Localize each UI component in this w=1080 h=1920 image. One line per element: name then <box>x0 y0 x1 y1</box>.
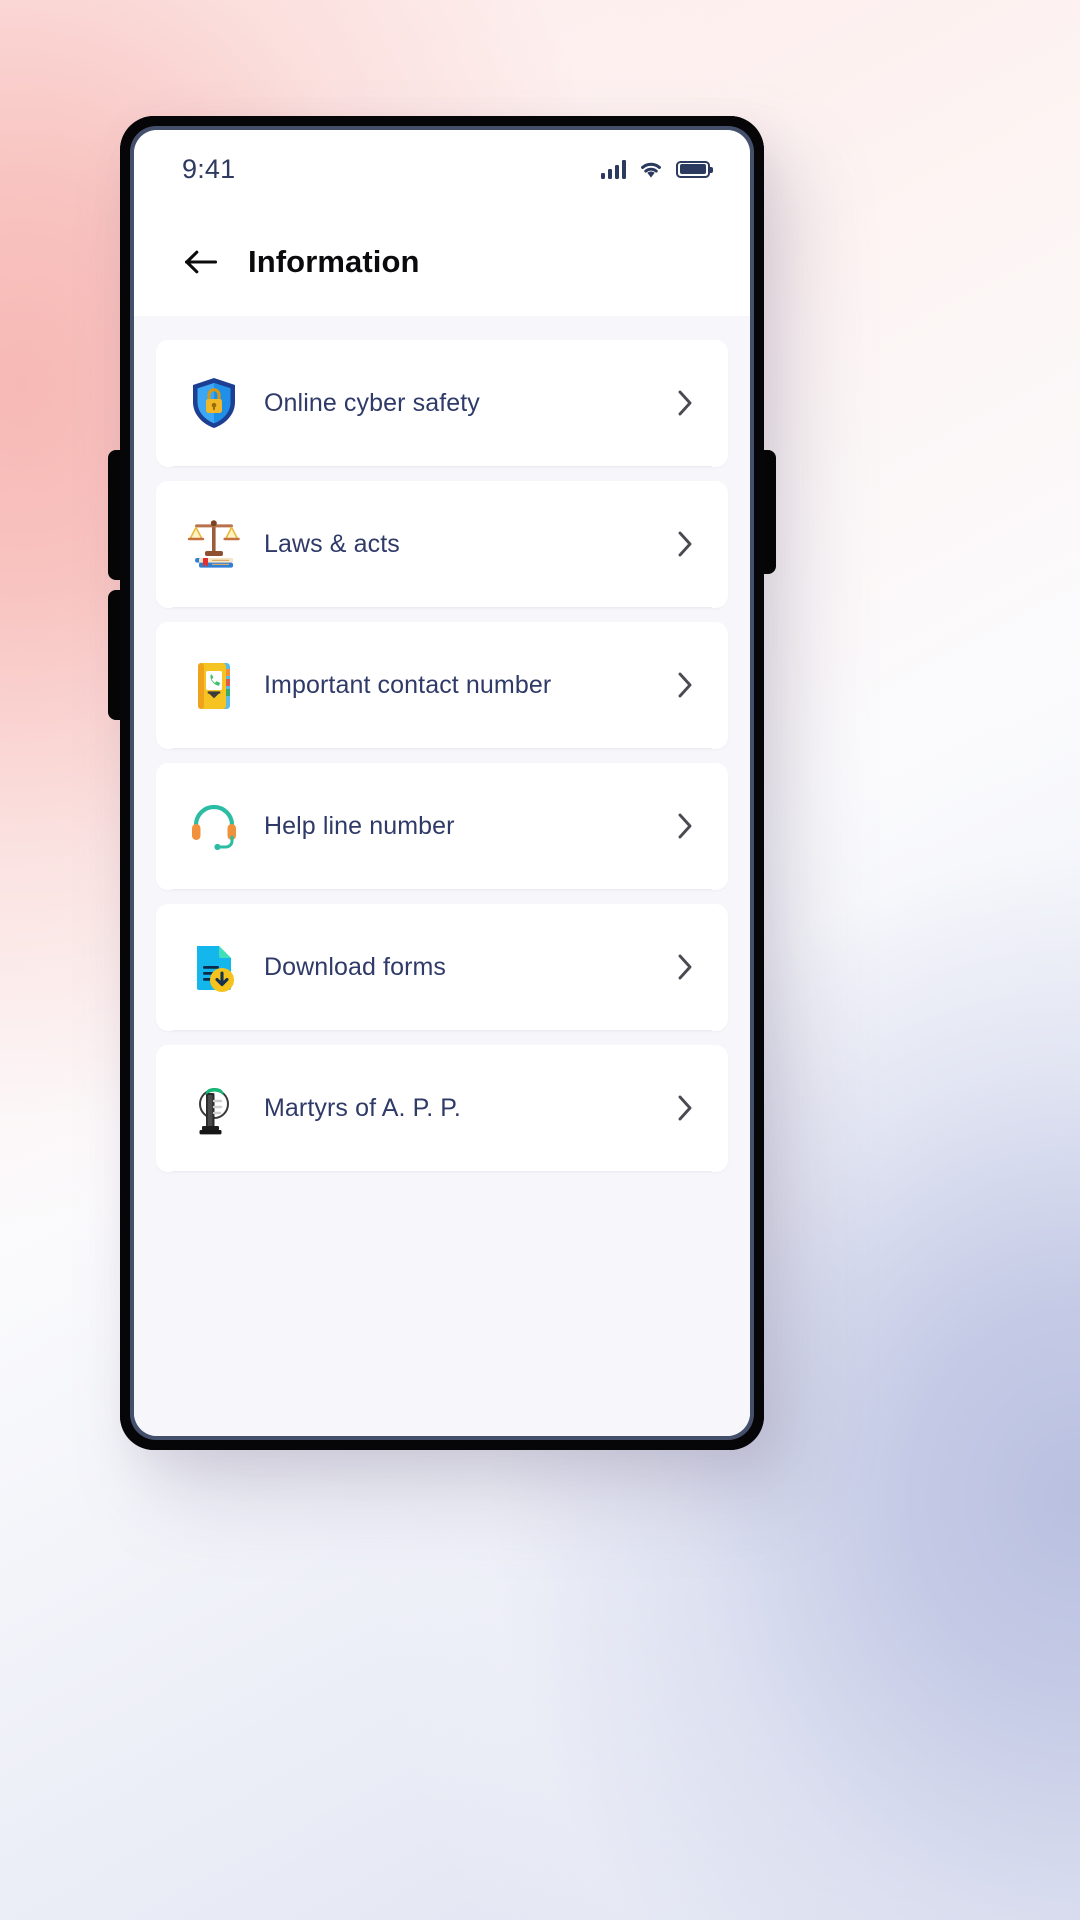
phone-bezel: 9:41 Information Online cyber safety Law… <box>130 126 754 1440</box>
row-divider <box>172 1030 712 1031</box>
list-item-download-forms[interactable]: Download forms <box>156 904 728 1030</box>
document-download-icon <box>186 939 242 995</box>
list-item-label: Download forms <box>264 952 447 981</box>
list-item-important-contact-number[interactable]: Important contact number <box>156 622 728 748</box>
arrow-left-icon <box>184 250 218 274</box>
chevron-right-icon[interactable] <box>670 952 700 982</box>
chevron-right-icon[interactable] <box>670 388 700 418</box>
list-item-label: Martyrs of A. P. P. <box>264 1093 461 1122</box>
list-item-martyrs-of-app[interactable]: Martyrs of A. P. P. <box>156 1045 728 1171</box>
list-item-laws-and-acts[interactable]: Laws & acts <box>156 481 728 607</box>
list-item-online-cyber-safety[interactable]: Online cyber safety <box>156 340 728 466</box>
list-item-help-line-number[interactable]: Help line number <box>156 763 728 889</box>
list-item-label: Important contact number <box>264 670 552 699</box>
row-divider <box>172 748 712 749</box>
phone-book-icon <box>186 657 242 713</box>
shield-lock-icon <box>186 375 242 431</box>
app-header: Information <box>134 208 750 316</box>
row-divider <box>172 466 712 467</box>
memorial-monument-icon <box>186 1080 242 1136</box>
status-icons <box>600 159 713 179</box>
information-list: Online cyber safety Laws & acts Importan… <box>134 316 750 1436</box>
top-area: 9:41 Information <box>134 130 750 316</box>
headset-icon <box>186 798 242 854</box>
battery-full-icon <box>676 160 713 178</box>
list-card: Help line number <box>156 763 728 890</box>
row-divider <box>172 889 712 890</box>
status-time: 9:41 <box>182 153 236 184</box>
list-card: Important contact number <box>156 622 728 749</box>
list-item-label: Laws & acts <box>264 529 400 558</box>
signal-bars-icon <box>600 159 626 179</box>
list-item-label: Online cyber safety <box>264 388 480 417</box>
page-title: Information <box>248 244 420 279</box>
list-card: Martyrs of A. P. P. <box>156 1045 728 1172</box>
list-card: Online cyber safety <box>156 340 728 467</box>
phone-frame: 9:41 Information Online cyber safety Law… <box>120 116 764 1450</box>
wifi-icon <box>641 162 661 178</box>
list-card: Laws & acts <box>156 481 728 608</box>
chevron-right-icon[interactable] <box>670 1093 700 1123</box>
list-item-label: Help line number <box>264 811 455 840</box>
status-bar: 9:41 <box>134 130 750 208</box>
chevron-right-icon[interactable] <box>670 811 700 841</box>
list-card: Download forms <box>156 904 728 1031</box>
chevron-right-icon[interactable] <box>670 670 700 700</box>
back-button[interactable] <box>180 241 222 283</box>
chevron-right-icon[interactable] <box>670 529 700 559</box>
phone-screen: 9:41 Information Online cyber safety Law… <box>134 130 750 1436</box>
row-divider <box>172 1171 712 1172</box>
row-divider <box>172 607 712 608</box>
scales-of-justice-icon <box>186 516 242 572</box>
